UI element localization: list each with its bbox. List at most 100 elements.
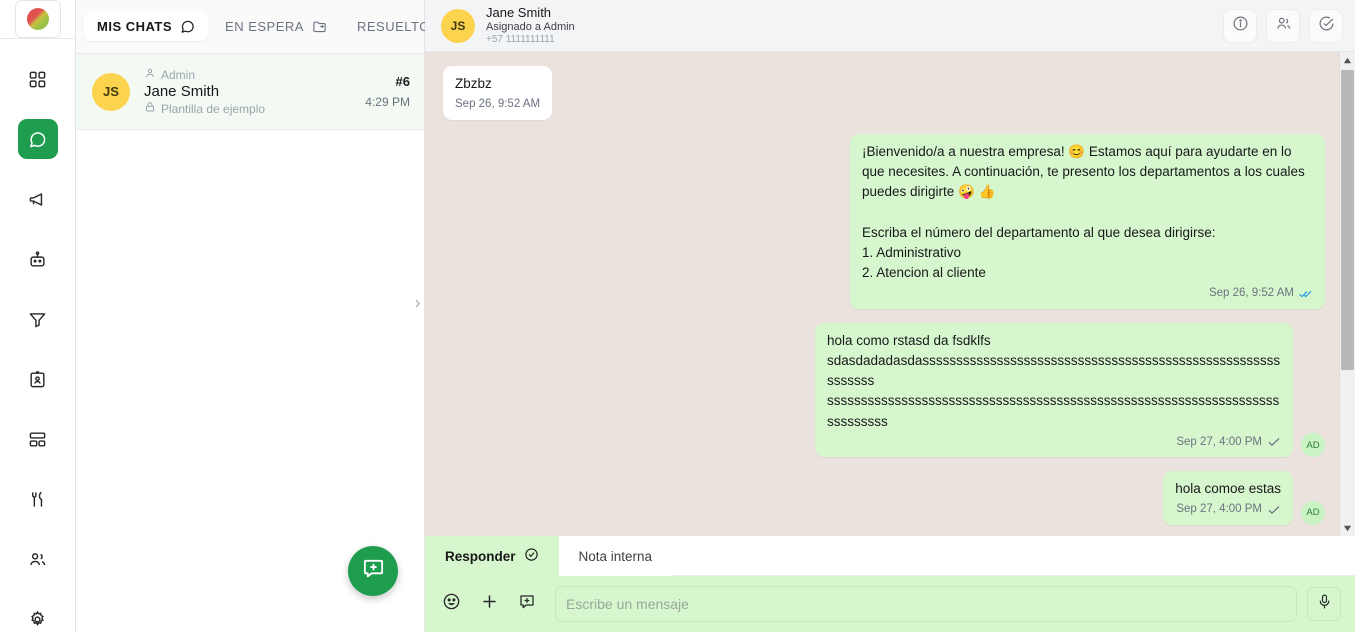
scroll-up-arrow[interactable] <box>1340 52 1355 68</box>
conversation-contact-name: Jane Smith <box>486 5 552 21</box>
composer: Responder Nota interna <box>425 536 1355 632</box>
attach-button[interactable] <box>475 590 503 618</box>
rail-item-campaigns[interactable] <box>18 179 58 219</box>
chat-item-main: Admin Jane Smith Plantilla de ejemplo <box>144 67 365 116</box>
message-time: Sep 27, 4:00 PM <box>1176 503 1262 516</box>
composer-input-bar <box>425 576 1355 632</box>
double-check-icon <box>1299 287 1313 301</box>
rail-item-users[interactable] <box>18 539 58 579</box>
rail-items <box>0 49 76 632</box>
robot-icon <box>28 250 47 269</box>
message-time: Sep 26, 9:52 AM <box>455 98 541 111</box>
message-bubble-outgoing[interactable]: hola comoe estas Sep 27, 4:00 PM <box>1163 471 1293 525</box>
tab-nota-interna[interactable]: Nota interna <box>558 536 673 576</box>
resolve-check-icon <box>1318 15 1335 37</box>
rail-item-layout[interactable] <box>18 419 58 459</box>
avatar-initials: JS <box>103 84 119 99</box>
message-bubble-incoming[interactable]: Zbzbz Sep 26, 9:52 AM <box>443 66 553 120</box>
new-message-icon <box>362 557 385 585</box>
chat-item-template: Plantilla de ejemplo <box>161 101 266 116</box>
conversation-avatar-initials: JS <box>450 18 466 33</box>
conversation-identity: Jane Smith Asignado a Admin +57 11111111… <box>486 5 575 45</box>
voice-record-button[interactable] <box>1307 587 1341 621</box>
avatar: JS <box>92 72 130 111</box>
emoji-button[interactable] <box>437 590 465 618</box>
conversation-participants-button[interactable] <box>1266 8 1300 43</box>
app-root: AD MIS CHATS EN ESPERA <box>0 0 1355 632</box>
conversation-phone: +57 1111111111 <box>486 33 555 45</box>
conversation-column: JS Jane Smith Asignado a Admin +57 11111… <box>425 0 1355 632</box>
sender-avatar: AD <box>1301 433 1325 457</box>
check-circle-icon <box>524 547 539 565</box>
chat-item-name: Jane Smith <box>144 83 220 100</box>
message-wrap: hola comoe estas Sep 27, 4:00 PM AD <box>1163 471 1325 525</box>
tab-responder-label: Responder <box>445 548 516 564</box>
new-chat-fab[interactable] <box>348 546 398 596</box>
scrollbar-thumb[interactable] <box>1341 70 1354 370</box>
conversation-info-button[interactable] <box>1223 8 1257 43</box>
layout-icon <box>28 430 47 449</box>
message-text: hola comoe estas <box>1175 481 1281 496</box>
conversation-resolve-button[interactable] <box>1309 8 1343 43</box>
sidebar-collapse-handle[interactable] <box>409 290 425 320</box>
tab-nota-interna-label: Nota interna <box>578 548 653 564</box>
tab-en-espera[interactable]: EN ESPERA <box>212 12 340 41</box>
rail-item-contacts[interactable] <box>18 359 58 399</box>
chat-item-template-row: Plantilla de ejemplo <box>144 101 365 116</box>
rail-item-dashboard[interactable] <box>18 59 58 99</box>
person-icon <box>144 67 156 82</box>
tab-en-espera-label: EN ESPERA <box>225 19 304 34</box>
folder-icon <box>312 19 327 34</box>
message-row: ¡Bienvenido/a a nuestra empresa! 😊 Estam… <box>443 133 1325 309</box>
message-meta: Sep 27, 4:00 PM <box>1175 501 1281 518</box>
message-text: hola como rstasd da fsdklfs sdasdadadasd… <box>827 332 1281 429</box>
microphone-icon <box>1316 593 1333 615</box>
chevron-right-icon <box>412 296 423 314</box>
gear-icon <box>28 610 47 629</box>
message-bubble-outgoing[interactable]: ¡Bienvenido/a a nuestra empresa! 😊 Estam… <box>850 133 1325 309</box>
plus-icon <box>480 592 499 616</box>
chat-item-id: #6 <box>395 74 410 89</box>
chat-item-meta: #6 4:29 PM <box>365 74 410 109</box>
megaphone-icon <box>28 190 47 209</box>
message-bubble-outgoing[interactable]: hola como rstasd da fsdklfs sdasdadadasd… <box>815 322 1293 457</box>
message-meta: Sep 26, 9:52 AM <box>862 285 1313 302</box>
sender-avatar: AD <box>1301 500 1325 525</box>
chat-item-assignee-row: Admin <box>144 67 365 82</box>
scroll-down-arrow[interactable] <box>1340 520 1355 536</box>
tab-responder[interactable]: Responder <box>425 536 559 576</box>
conversation-avatar: JS <box>441 8 475 43</box>
emoji-icon <box>442 592 461 616</box>
message-row: hola como rstasd da fsdklfs sdasdadadasd… <box>443 322 1325 457</box>
message-list: Zbzbz Sep 26, 9:52 AM ¡Bienvenido/a a nu… <box>425 52 1355 536</box>
conversation-assigned-to: Asignado a Admin <box>486 20 575 33</box>
icon-rail: AD <box>0 0 76 632</box>
rail-item-chats[interactable] <box>17 119 58 159</box>
message-template-icon <box>518 593 536 616</box>
message-text: ¡Bienvenido/a a nuestra empresa! 😊 Estam… <box>862 143 1305 281</box>
rail-item-bot[interactable] <box>18 239 58 279</box>
rail-item-settings[interactable] <box>18 599 58 632</box>
logo-circle-icon <box>26 8 49 30</box>
tab-mis-chats[interactable]: MIS CHATS <box>84 12 209 41</box>
message-input[interactable] <box>555 586 1297 622</box>
chat-list-item[interactable]: JS Admin Jane Smith Plantilla de ejemplo… <box>76 54 424 130</box>
tools-icon <box>28 490 47 509</box>
contact-card-icon <box>28 370 47 389</box>
lock-icon <box>144 101 156 116</box>
quick-reply-button[interactable] <box>513 590 541 618</box>
message-wrap: hola como rstasd da fsdklfs sdasdadadasd… <box>815 322 1325 457</box>
rail-item-tools[interactable] <box>18 479 58 519</box>
message-row: Zbzbz Sep 26, 9:52 AM <box>443 66 1325 120</box>
chat-list-column: MIS CHATS EN ESPERA RESUELTOS JS Admin J… <box>76 0 461 632</box>
app-logo[interactable] <box>14 0 61 38</box>
chat-icon <box>28 130 47 149</box>
composer-tabs: Responder Nota interna <box>425 536 1355 576</box>
message-meta: Sep 26, 9:52 AM <box>455 96 540 113</box>
message-scrollbar[interactable] <box>1339 52 1355 536</box>
message-wrap: ¡Bienvenido/a a nuestra empresa! 😊 Estam… <box>850 133 1325 309</box>
rail-item-funnel[interactable] <box>18 299 58 339</box>
conversation-header: JS Jane Smith Asignado a Admin +57 11111… <box>425 0 1355 52</box>
single-check-icon <box>1267 503 1281 517</box>
users-icon <box>28 550 47 569</box>
